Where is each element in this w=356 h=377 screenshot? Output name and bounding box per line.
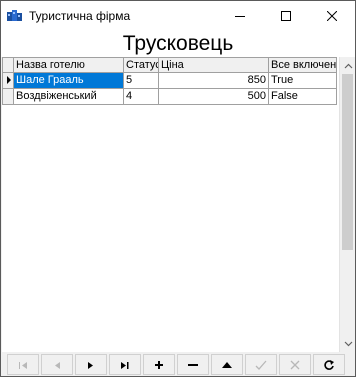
check-icon [255,360,267,370]
grid-header-row: Назва готелю Статус Ціна Все включено [2,57,337,73]
nav-delete-button[interactable] [177,354,209,375]
scroll-thumb[interactable] [342,74,353,250]
city-heading: Трусковець [1,31,355,57]
nav-post-button[interactable] [245,354,277,375]
nav-cancel-button[interactable] [279,354,311,375]
window-title: Туристична фірма [29,9,131,23]
last-icon [121,361,129,369]
refresh-icon [324,359,334,370]
scroll-up-button[interactable] [340,57,355,74]
minimize-icon [235,16,245,17]
cell-name[interactable]: Шале Грааль [14,73,124,89]
title-bar[interactable]: Туристична фірма [1,1,355,31]
close-button[interactable] [309,1,355,31]
column-header-price[interactable]: Ціна [159,57,269,73]
scroll-down-icon [344,341,352,346]
cancel-icon [290,360,300,369]
column-header-name[interactable]: Назва готелю [14,57,124,73]
cell-status[interactable]: 4 [124,89,159,105]
app-icon [7,10,22,21]
scroll-down-button[interactable] [340,335,355,352]
table-row[interactable]: Шале Грааль 5 850 True [2,73,337,89]
nav-next-button[interactable] [75,354,107,375]
row-indicator[interactable] [2,73,14,89]
column-header-all-inclusive[interactable]: Все включено [269,57,337,73]
close-icon [327,11,337,21]
first-icon [19,361,27,369]
cell-price[interactable]: 850 [159,73,269,89]
app-window: Туристична фірма Трусковець Назва готелю… [0,0,356,377]
maximize-icon [281,11,291,21]
nav-first-button[interactable] [7,354,39,375]
cell-name[interactable]: Воздвіженський [14,89,124,105]
nav-last-button[interactable] [109,354,141,375]
cell-all-inclusive[interactable]: False [269,89,337,105]
minimize-button[interactable] [217,1,263,31]
nav-refresh-button[interactable] [313,354,345,375]
db-navigator [1,352,355,376]
table-row[interactable]: Воздвіженський 4 500 False [2,89,337,105]
next-icon [88,361,93,369]
prior-icon [55,361,60,369]
row-indicator[interactable] [2,89,14,105]
cell-all-inclusive[interactable]: True [269,73,337,89]
cell-price[interactable]: 500 [159,89,269,105]
minus-icon [188,363,198,366]
nav-prior-button[interactable] [41,354,73,375]
maximize-button[interactable] [263,1,309,31]
plus-icon [155,360,163,369]
scroll-up-icon [344,63,352,68]
nav-insert-button[interactable] [143,354,175,375]
column-header-status[interactable]: Статус [124,57,159,73]
cell-status[interactable]: 5 [124,73,159,89]
nav-edit-button[interactable] [211,354,243,375]
edit-icon [222,361,232,368]
vertical-scrollbar[interactable] [339,57,355,352]
indicator-header [2,57,14,73]
current-row-arrow-icon [7,76,11,84]
hotels-grid[interactable]: Назва готелю Статус Ціна Все включено Ша… [2,57,339,352]
